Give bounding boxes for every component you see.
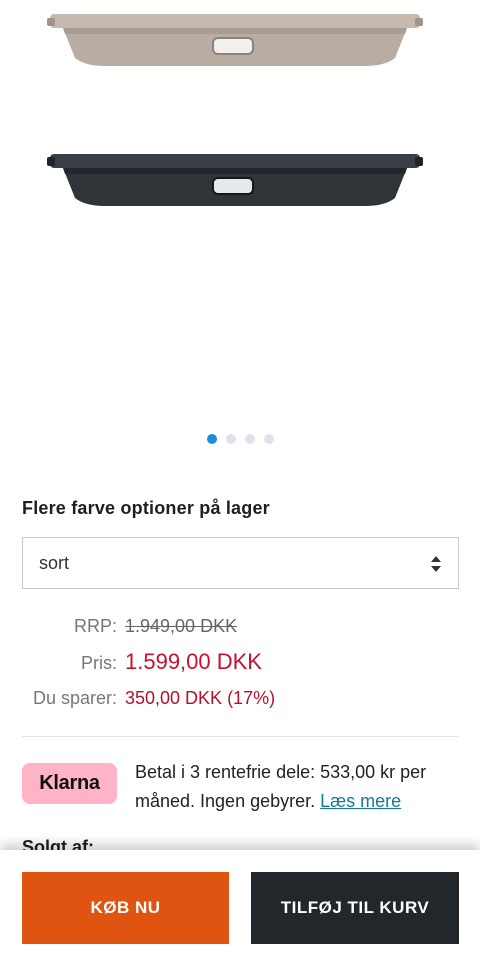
buy-now-button[interactable]: KØB NU xyxy=(22,872,229,944)
savings-label: Du sparer: xyxy=(32,688,117,708)
product-image-gallery[interactable] xyxy=(0,0,480,460)
price-label: Pris: xyxy=(81,653,117,673)
select-arrows-icon xyxy=(431,556,441,572)
gallery-dot-4[interactable] xyxy=(263,434,274,444)
klarna-logo: Klarna xyxy=(22,763,117,804)
rrp-value: 1.949,00 DKK xyxy=(125,616,238,636)
price-row: Pris: 1.599,00 DKK xyxy=(22,649,462,679)
klarna-info: Betal i 3 rentefrie dele: 533,00 kr per … xyxy=(135,758,460,816)
color-select-value: sort xyxy=(39,552,70,573)
savings-row: Du sparer: 350,00 DKK (17%) xyxy=(22,688,462,714)
price-value: 1.599,00 DKK xyxy=(125,649,262,674)
rrp-row: RRP: 1.949,00 DKK xyxy=(22,616,462,642)
savings-value: 350,00 DKK (17%) xyxy=(125,688,276,708)
gallery-dot-1[interactable] xyxy=(206,434,217,444)
gallery-dot-3[interactable] xyxy=(244,434,255,444)
gallery-dot-2[interactable] xyxy=(225,434,236,444)
divider xyxy=(22,736,459,737)
sticky-action-bar: KØB NU TILFØJ TIL KURV xyxy=(0,850,480,953)
color-options-title: Flere farve optioner på lager xyxy=(22,498,270,518)
klarna-read-more-link[interactable]: Læs mere xyxy=(320,791,401,811)
add-to-cart-button[interactable]: TILFØJ TIL KURV xyxy=(251,872,459,944)
cargo-cover-beige-image xyxy=(47,14,423,66)
color-select[interactable]: sort xyxy=(22,537,459,589)
rrp-label: RRP: xyxy=(73,616,117,636)
cargo-cover-black-image xyxy=(47,154,423,206)
gallery-pagination xyxy=(0,434,480,444)
